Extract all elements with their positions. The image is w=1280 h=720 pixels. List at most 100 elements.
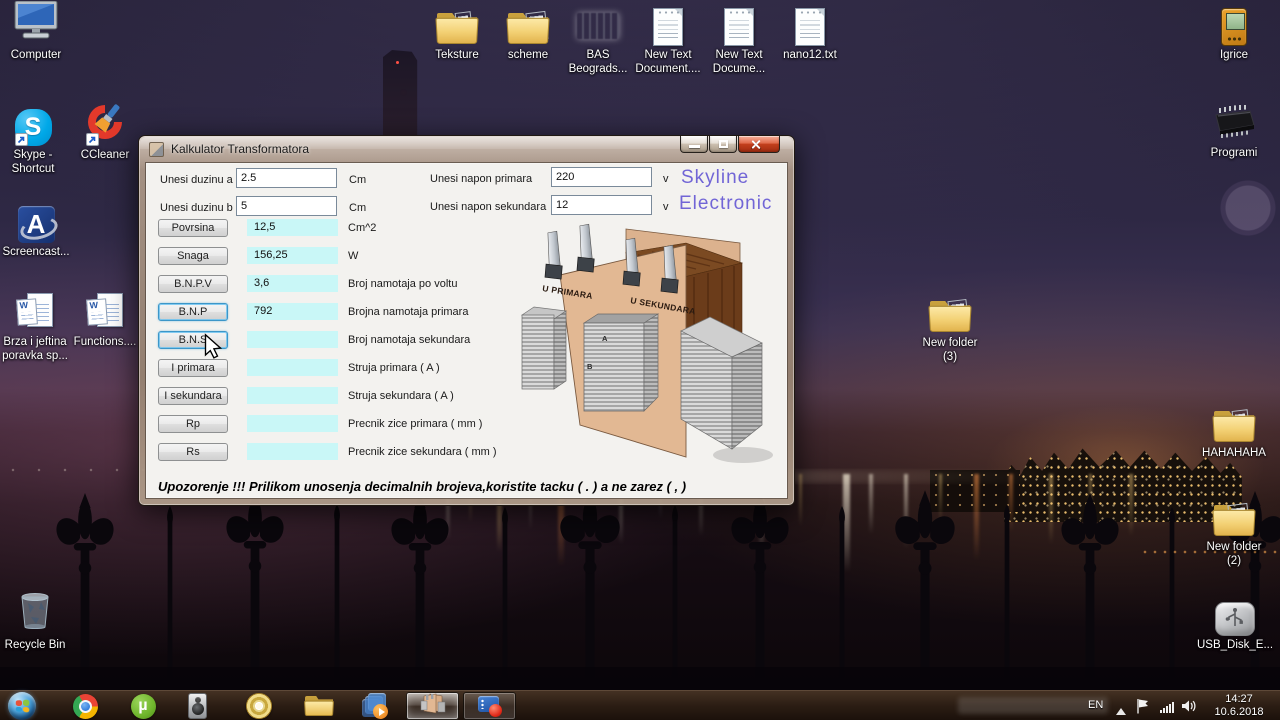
icon-label: Functions.... xyxy=(73,336,137,348)
start-button[interactable] xyxy=(8,692,36,720)
taskbar-app-kalkulator[interactable] xyxy=(406,692,459,720)
desktop-icon-programi[interactable]: Programi xyxy=(1196,104,1272,161)
tray-network-icon[interactable] xyxy=(1160,700,1175,718)
chip-icon xyxy=(1210,104,1258,144)
desktop-icon-newtext1[interactable]: New Text Document.... xyxy=(630,6,706,76)
folder-icon xyxy=(928,298,972,334)
tray-flag-icon[interactable] xyxy=(1136,698,1149,719)
icon-label: Computer xyxy=(10,49,62,61)
rs-result[interactable] xyxy=(247,443,338,460)
napon-primara-unit: v xyxy=(663,173,669,185)
folder-icon xyxy=(1212,408,1256,444)
rp-result[interactable] xyxy=(247,415,338,432)
app-icon xyxy=(149,142,164,157)
desktop-icon-igrice[interactable]: Igrice xyxy=(1196,6,1272,63)
desktop-icon-newtext2[interactable]: New Text Docume... xyxy=(701,6,777,76)
i-primara-result[interactable] xyxy=(247,359,338,376)
desktop-icon-recycle-bin[interactable]: Recycle Bin xyxy=(0,593,73,653)
tray-clock[interactable]: 14:27 10.6.2018 xyxy=(1204,692,1274,720)
taskbar-icon-dvd[interactable] xyxy=(244,692,274,720)
povrsina-button[interactable]: Povrsina xyxy=(158,219,228,237)
i-sekundara-button[interactable]: I sekundara xyxy=(158,387,228,405)
duzina-a-input[interactable] xyxy=(236,168,337,188)
blurred-watermark xyxy=(958,697,1108,714)
rs-button[interactable]: Rs xyxy=(158,443,228,461)
desktop-icon-newfolder3[interactable]: New folder (3) xyxy=(912,294,988,364)
napon-sekundara-label: Unesi napon sekundara xyxy=(430,201,547,213)
desktop-icon-brza[interactable]: W Brza i jeftina poravka sp... xyxy=(0,293,73,363)
duzina-b-unit: Cm xyxy=(349,202,367,214)
fence-silhouette xyxy=(0,489,1280,720)
media-player-icon xyxy=(362,693,388,719)
taskbar-icon-utorrent[interactable]: µ xyxy=(128,692,158,720)
maximize-button[interactable] xyxy=(709,136,737,153)
snaga-desc: W xyxy=(348,250,359,262)
desktop-icon-screencast[interactable]: A Screencast... xyxy=(0,203,74,260)
screen-recorder-icon xyxy=(477,695,502,717)
speaker-icon xyxy=(187,693,207,719)
chrome-icon xyxy=(72,693,98,719)
povrsina-desc: Cm^2 xyxy=(348,222,377,234)
bnp-button[interactable]: B.N.P xyxy=(158,303,228,321)
taskbar-app-recorder[interactable] xyxy=(463,692,516,720)
rp-desc: Precnik zice primara ( mm ) xyxy=(348,418,483,430)
icon-label: CCleaner xyxy=(80,149,130,161)
icon-label: New folder (2) xyxy=(1206,541,1262,567)
taskbar-icon-explorer[interactable] xyxy=(303,692,335,720)
windows-logo-icon xyxy=(15,699,30,713)
tray-date: 10.6.2018 xyxy=(1214,706,1264,718)
povrsina-result[interactable]: 12,5 xyxy=(247,219,338,236)
icon-label: HAHAHAHA xyxy=(1202,447,1266,459)
desktop-icon-functions[interactable]: W Functions.... xyxy=(67,293,143,350)
taskbar-icon-chrome[interactable] xyxy=(70,692,100,720)
rp-button[interactable]: Rp xyxy=(158,415,228,433)
text-file-icon xyxy=(724,8,754,46)
desktop-icon-scheme[interactable]: scheme xyxy=(490,6,566,63)
duzina-a-unit: Cm xyxy=(349,174,367,186)
word-document-icon: W xyxy=(86,293,123,333)
tray-language[interactable]: EN xyxy=(1088,699,1103,711)
desktop-icon-computer[interactable]: Computer xyxy=(0,0,74,63)
desktop-icon-bas[interactable]: BAS Beograds... xyxy=(560,6,636,76)
duzina-b-input[interactable] xyxy=(236,196,337,216)
bnp-result[interactable]: 792 xyxy=(247,303,338,320)
brand-line-2: Electronic xyxy=(679,193,773,214)
desktop-icon-skype[interactable]: S Skype - Shortcut xyxy=(0,106,71,176)
allplayer-icon: A xyxy=(17,206,55,243)
icon-label: Programi xyxy=(1210,147,1258,159)
snaga-button[interactable]: Snaga xyxy=(158,247,228,265)
kalkulator-app-icon xyxy=(420,692,446,720)
desktop-icon-nano12[interactable]: nano12.txt xyxy=(772,6,848,63)
transformer-diagram: U PRIMARA U SEKUNDARA A B xyxy=(521,223,773,463)
bns-result[interactable] xyxy=(247,331,338,348)
title-bar[interactable]: Kalkulator Transformatora xyxy=(139,136,794,163)
napon-sekundara-unit: v xyxy=(663,201,669,213)
icon-label: Igrice xyxy=(1219,49,1249,61)
taskbar-icon-audio[interactable] xyxy=(182,692,212,720)
folder-icon xyxy=(303,695,335,717)
bnpv-result[interactable]: 3,6 xyxy=(247,275,338,292)
tray-expand-button[interactable] xyxy=(1116,702,1126,720)
bnpv-desc: Broj namotaja po voltu xyxy=(348,278,458,290)
desktop-icon-ccleaner[interactable]: CCleaner xyxy=(67,104,143,163)
warning-text: Upozorenje !!! Prilikom unosenja decimal… xyxy=(158,479,687,494)
tower-light xyxy=(395,60,399,64)
desktop-icon-usbdisk[interactable]: USB_Disk_E... xyxy=(1197,596,1273,653)
napon-sekundara-input[interactable] xyxy=(551,195,652,215)
minimize-button[interactable] xyxy=(680,136,708,153)
taskbar-icon-mediaplayer[interactable] xyxy=(360,692,390,720)
bnpv-button[interactable]: B.N.P.V xyxy=(158,275,228,293)
snaga-result[interactable]: 156,25 xyxy=(247,247,338,264)
tray-volume-icon[interactable] xyxy=(1182,699,1198,718)
desktop-icon-teksture[interactable]: Teksture xyxy=(419,6,495,63)
napon-primara-input[interactable] xyxy=(551,167,652,187)
desktop-icon-hahahaha[interactable]: HAHAHAHA xyxy=(1196,404,1272,461)
icon-label: Screencast... xyxy=(2,246,70,258)
text-file-icon xyxy=(795,8,825,46)
desktop-icon-newfolder2[interactable]: New folder (2) xyxy=(1196,498,1272,568)
chevron-up-icon xyxy=(1116,708,1126,715)
word-document-icon: W xyxy=(16,293,53,333)
close-button[interactable] xyxy=(738,136,780,153)
i-primara-button[interactable]: I primara xyxy=(158,359,228,377)
i-sekundara-result[interactable] xyxy=(247,387,338,404)
